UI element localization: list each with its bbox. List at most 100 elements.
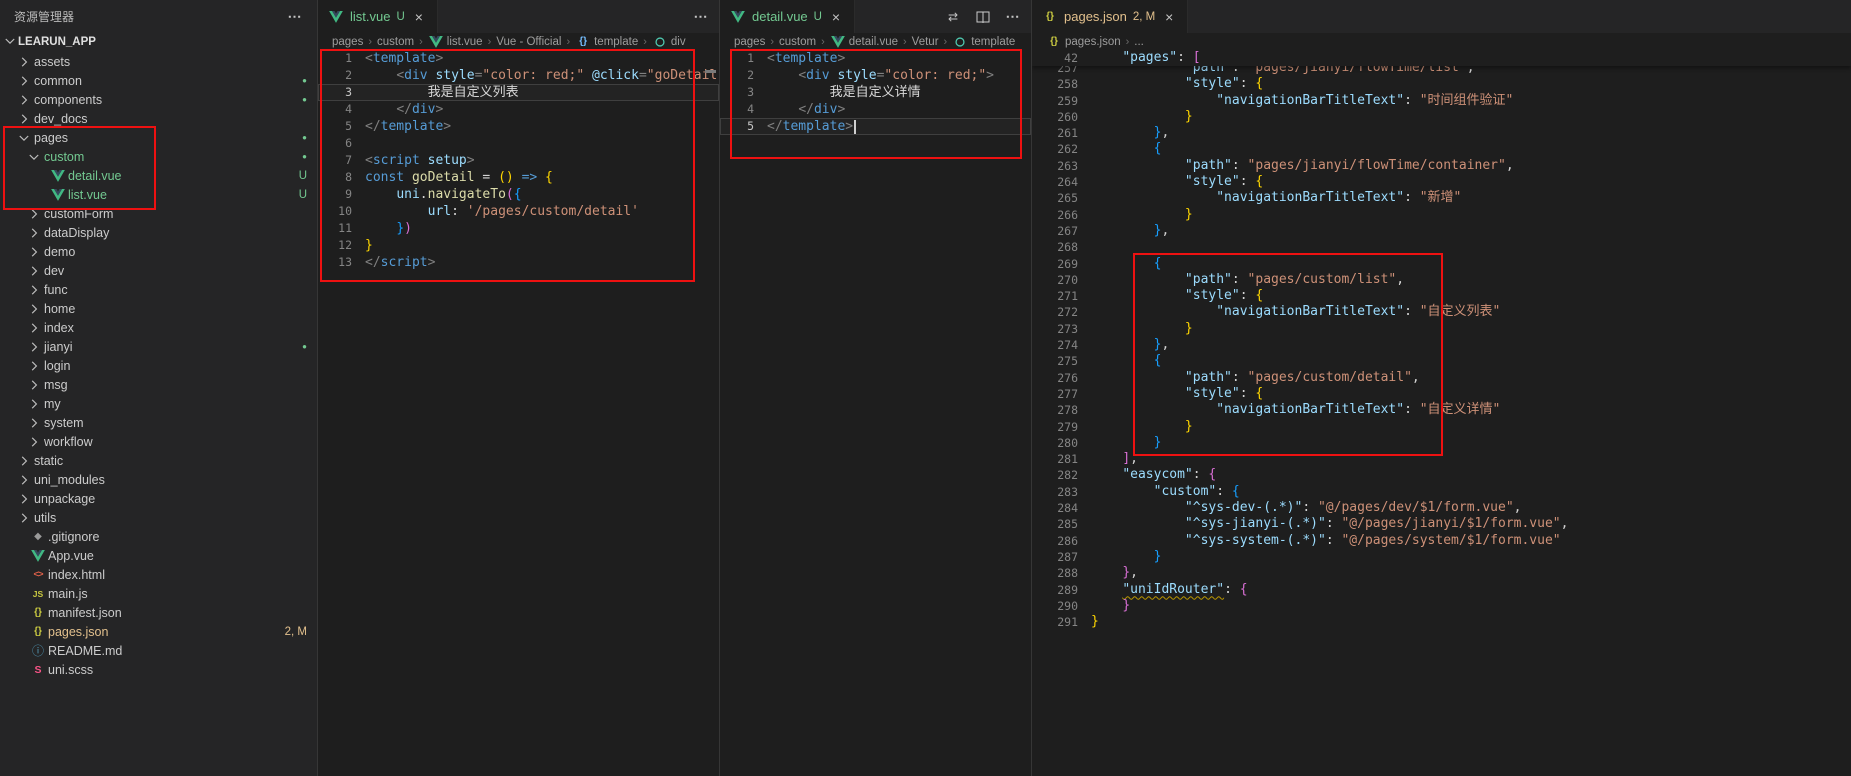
breadcrumb-detail.vue[interactable]: detail.vue [830,34,898,50]
tree-item-dataDisplay[interactable]: dataDisplay [0,223,317,242]
code-line-289[interactable]: 289 "uniIdRouter": { [1032,582,1851,598]
code-line-286[interactable]: 286 "^sys-system-(.*)": "@/pages/system/… [1032,533,1851,549]
code-line-1[interactable]: 1<template> [720,50,1031,67]
tree-item-index.html[interactable]: <>index.html [0,565,317,584]
breadcrumb-pages[interactable]: pages [734,36,765,48]
code-line-11[interactable]: 11 }) [318,220,719,237]
breadcrumb-custom[interactable]: custom [779,36,816,48]
code-line-288[interactable]: 288 }, [1032,565,1851,581]
tab-pages.json[interactable]: {}pages.json2, M× [1032,0,1188,33]
code-line-280[interactable]: 280 } [1032,435,1851,451]
tree-item-main.js[interactable]: JSmain.js [0,584,317,603]
tree-item-dev_docs[interactable]: dev_docs [0,109,317,128]
code-line-2[interactable]: 2 <div style="color: red;"> [720,67,1031,84]
code-line-42[interactable]: 42 "pages": [ [1032,50,1851,66]
code-line-269[interactable]: 269 { [1032,256,1851,272]
breadcrumb-pages.json[interactable]: {}pages.json [1046,34,1121,50]
code-line-291[interactable]: 291} [1032,614,1851,630]
more-icon[interactable]: ⋯ [1005,9,1021,25]
code-line-2[interactable]: 2 <div style="color: red;" @click="goDet… [318,67,719,84]
tree-item-workflow[interactable]: workflow [0,432,317,451]
code-line-263[interactable]: 263 "path": "pages/jianyi/flowTime/conta… [1032,158,1851,174]
tree-item-detail.vue[interactable]: detail.vueU [0,166,317,185]
tree-item-uni_modules[interactable]: uni_modules [0,470,317,489]
tree-item-uni.scss[interactable]: Suni.scss [0,660,317,679]
code-line-290[interactable]: 290 } [1032,598,1851,614]
tree-item-customForm[interactable]: customForm [0,204,317,223]
code-line-258[interactable]: 258 "style": { [1032,76,1851,92]
code-line-275[interactable]: 275 { [1032,353,1851,369]
code-line-277[interactable]: 277 "style": { [1032,386,1851,402]
tree-item-demo[interactable]: demo [0,242,317,261]
breadcrumb-template[interactable]: {}template [575,34,638,50]
tree-item-App.vue[interactable]: App.vue [0,546,317,565]
breadcrumb-Vetur[interactable]: Vetur [912,36,939,48]
code-line-259[interactable]: 259 "navigationBarTitleText": "时间组件验证" [1032,93,1851,109]
breadcrumb-pages[interactable]: pages [332,36,363,48]
code-line-281[interactable]: 281 ], [1032,451,1851,467]
code-line-267[interactable]: 267 }, [1032,223,1851,239]
scrollbar-marker[interactable] [705,70,716,73]
code-line-7[interactable]: 7<script setup> [318,152,719,169]
more-icon[interactable]: ⋯ [693,9,709,25]
code-line-272[interactable]: 272 "navigationBarTitleText": "自定义列表" [1032,304,1851,320]
tree-item-jianyi[interactable]: jianyi● [0,337,317,356]
tree-item-README.md[interactable]: ⓘREADME.md [0,641,317,660]
tree-item-manifest.json[interactable]: {}manifest.json [0,603,317,622]
more-icon[interactable]: ⋯ [287,8,303,24]
code-line-278[interactable]: 278 "navigationBarTitleText": "自定义详情" [1032,402,1851,418]
close-icon[interactable]: × [828,9,844,25]
code-line-6[interactable]: 6 [318,135,719,152]
code-line-3[interactable]: 3 我是自定义列表 [318,84,719,101]
code-line-4[interactable]: 4 </div> [720,101,1031,118]
code-line-265[interactable]: 265 "navigationBarTitleText": "新增" [1032,190,1851,206]
tree-item-unpackage[interactable]: unpackage [0,489,317,508]
breadcrumb-div[interactable]: div [652,34,686,50]
code-line-271[interactable]: 271 "style": { [1032,288,1851,304]
code-line-10[interactable]: 10 url: '/pages/custom/detail' [318,203,719,220]
code-line-276[interactable]: 276 "path": "pages/custom/detail", [1032,370,1851,386]
code-line-268[interactable]: 268 [1032,239,1851,255]
tree-item-func[interactable]: func [0,280,317,299]
layout-icon[interactable] [975,9,991,25]
tree-item-home[interactable]: home [0,299,317,318]
tree-item-list.vue[interactable]: list.vueU [0,185,317,204]
tree-item-login[interactable]: login [0,356,317,375]
code-line-12[interactable]: 12} [318,237,719,254]
code-line-264[interactable]: 264 "style": { [1032,174,1851,190]
tree-item-static[interactable]: static [0,451,317,470]
code-line-5[interactable]: 5</template> [318,118,719,135]
code-line-279[interactable]: 279 } [1032,419,1851,435]
code-line-270[interactable]: 270 "path": "pages/custom/list", [1032,272,1851,288]
tree-item-my[interactable]: my [0,394,317,413]
code-line-13[interactable]: 13</script> [318,254,719,271]
code-line-3[interactable]: 3 我是自定义详情 [720,84,1031,101]
breadcrumb-Vue - Official[interactable]: Vue - Official [496,36,561,48]
code-line-9[interactable]: 9 uni.navigateTo({ [318,186,719,203]
tree-item-dev[interactable]: dev [0,261,317,280]
code-line-273[interactable]: 273 } [1032,321,1851,337]
tab-detail.vue[interactable]: detail.vueU× [720,0,855,33]
code-line-283[interactable]: 283 "custom": { [1032,484,1851,500]
compare-icon[interactable]: ⇄ [945,9,961,25]
tree-item-components[interactable]: components● [0,90,317,109]
code-line-284[interactable]: 284 "^sys-dev-(.*)": "@/pages/dev/$1/for… [1032,500,1851,516]
code-line-262[interactable]: 262 { [1032,141,1851,157]
code-line-5[interactable]: 5</template> [720,118,1031,135]
code-line-266[interactable]: 266 } [1032,207,1851,223]
code-line-4[interactable]: 4 </div> [318,101,719,118]
tree-item-msg[interactable]: msg [0,375,317,394]
tree-item-index[interactable]: index [0,318,317,337]
breadcrumb-template[interactable]: template [952,34,1015,50]
tree-item-custom[interactable]: custom● [0,147,317,166]
tree-item-pages[interactable]: pages● [0,128,317,147]
tree-item-pages.json[interactable]: {}pages.json2, M [0,622,317,641]
breadcrumb-custom[interactable]: custom [377,36,414,48]
code-line-287[interactable]: 287 } [1032,549,1851,565]
code-line-282[interactable]: 282 "easycom": { [1032,467,1851,483]
tree-item-system[interactable]: system [0,413,317,432]
code-line-274[interactable]: 274 }, [1032,337,1851,353]
code-line-261[interactable]: 261 }, [1032,125,1851,141]
tree-item-assets[interactable]: assets [0,52,317,71]
tree-item-utils[interactable]: utils [0,508,317,527]
